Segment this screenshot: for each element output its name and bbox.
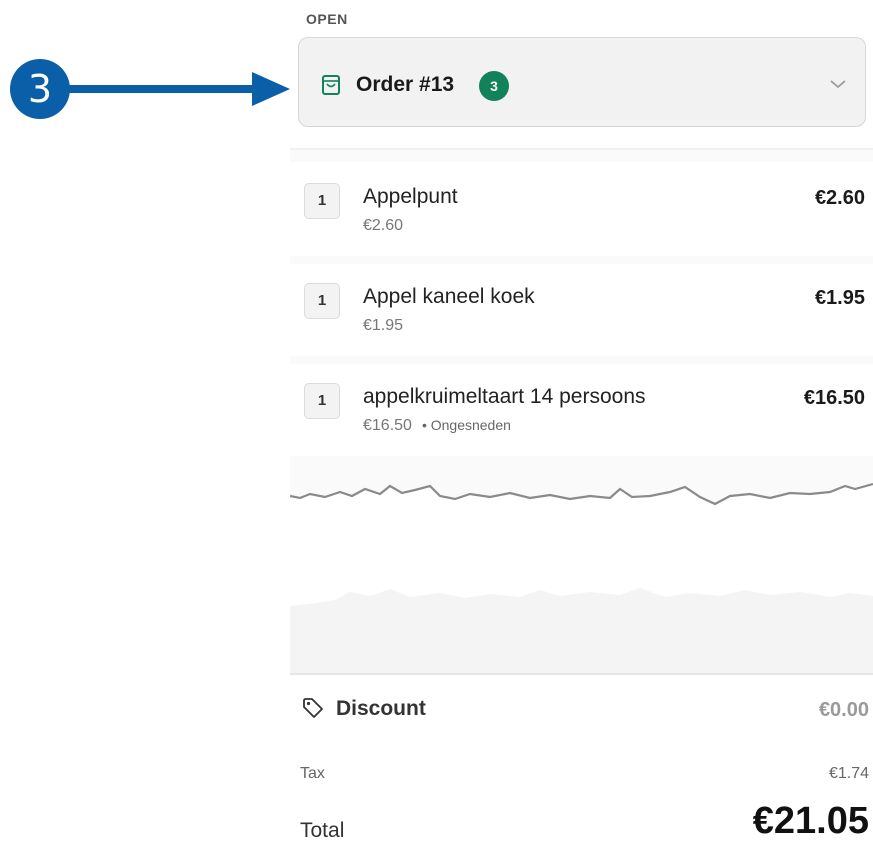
- quantity-box[interactable]: 1: [304, 383, 340, 419]
- arrow-right-icon: [66, 72, 290, 106]
- total-value: €21.05: [752, 800, 869, 842]
- tag-icon: [303, 698, 323, 718]
- order-status-label: OPEN: [306, 11, 348, 27]
- order-title: Order #13: [356, 73, 455, 96]
- step-callout-badge: 3: [10, 59, 70, 119]
- order-header-accordion[interactable]: Order #13 3: [298, 37, 866, 127]
- spacer-band: [290, 150, 873, 162]
- item-unit-price: €1.95: [363, 317, 404, 334]
- item-line-price: €16.50: [803, 387, 865, 409]
- list-item[interactable]: 1 Appelpunt €2.60 €2.60: [290, 162, 873, 254]
- discount-button[interactable]: Discount: [336, 697, 426, 721]
- quantity-box[interactable]: 1: [304, 283, 340, 319]
- item-modifier-note: • Ongesneden: [421, 417, 511, 433]
- item-name: appelkruimeltaart 14 persoons: [363, 385, 646, 408]
- item-count-badge: 3: [479, 71, 509, 101]
- total-label: Total: [300, 819, 345, 842]
- discount-value: €0.00: [818, 699, 869, 721]
- list-item[interactable]: 1 appelkruimeltaart 14 persoons €16.50 • …: [290, 362, 873, 454]
- chevron-down-icon[interactable]: [829, 78, 847, 90]
- order-panel: OPEN Order #13 3 1 Appelpunt €2.60 €2.60…: [290, 0, 873, 857]
- tax-value: €1.74: [828, 765, 869, 782]
- shopping-bag-icon: [322, 75, 340, 95]
- torn-edge-separator: [290, 456, 873, 674]
- summary-divider: [290, 673, 873, 675]
- item-name: Appel kaneel koek: [363, 285, 535, 308]
- item-line-price: €2.60: [814, 187, 865, 209]
- quantity-box[interactable]: 1: [304, 183, 340, 219]
- item-name: Appelpunt: [363, 185, 458, 208]
- item-unit-price: €16.50 • Ongesneden: [363, 417, 511, 434]
- item-line-price: €1.95: [814, 287, 865, 309]
- list-item[interactable]: 1 Appel kaneel koek €1.95 €1.95: [290, 262, 873, 354]
- tax-label: Tax: [300, 765, 325, 782]
- item-unit-price: €2.60: [363, 217, 404, 234]
